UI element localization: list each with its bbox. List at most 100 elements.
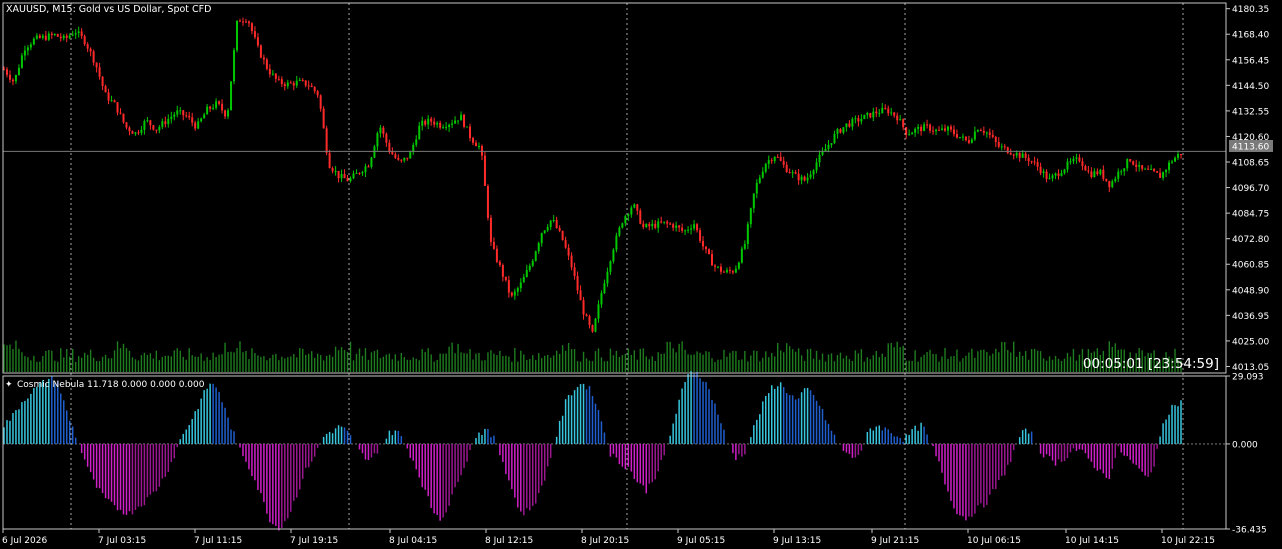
price-tick-label: 4036.95	[1232, 312, 1269, 322]
candle-body	[935, 129, 938, 132]
candle-body	[1084, 166, 1087, 171]
candle-body	[681, 227, 684, 231]
candle-body	[155, 129, 158, 131]
price-pane[interactable]	[3, 17, 1226, 372]
candle-body	[970, 139, 973, 143]
candle-body	[1060, 173, 1063, 176]
candle-body	[516, 288, 519, 292]
candle-body	[740, 248, 743, 263]
candle-body	[86, 44, 89, 49]
candle-body	[59, 36, 62, 39]
candle-body	[734, 268, 737, 273]
time-tick-label: 9 Jul 21:15	[871, 536, 919, 546]
candle-body	[1135, 164, 1138, 167]
candle-body	[624, 216, 627, 224]
candle-body	[1159, 172, 1162, 178]
symbol-caption: XAUUSD, M15: Gold vs US Dollar, Spot CFD	[6, 4, 211, 15]
candle-body	[137, 132, 140, 134]
candle-body	[307, 85, 310, 87]
candle-body	[737, 262, 740, 269]
candle-body	[457, 120, 460, 122]
candle-body	[451, 123, 454, 125]
candle-body	[256, 37, 259, 46]
candle-body	[262, 57, 265, 60]
candle-body	[603, 283, 606, 294]
candle-body	[361, 172, 364, 174]
indicator-pane[interactable]	[3, 371, 1226, 531]
candle-body	[552, 220, 555, 222]
candle-body	[830, 143, 833, 145]
price-tick-label: 4072.80	[1232, 235, 1269, 245]
indicator-tick-label: -36.435	[1232, 526, 1267, 536]
candle-body	[866, 112, 869, 115]
candle-body	[454, 120, 457, 124]
candle-body	[501, 265, 504, 277]
candle-body	[161, 121, 164, 127]
candle-body	[29, 44, 32, 48]
candle-body	[893, 112, 896, 116]
candle-body	[1039, 166, 1042, 174]
candle-body	[941, 128, 944, 130]
candle-body	[908, 134, 911, 136]
candle-body	[902, 119, 905, 128]
candle-body	[678, 225, 681, 228]
candle-body	[448, 124, 451, 128]
candle-body	[985, 132, 988, 134]
candle-body	[794, 172, 797, 174]
candle-body	[1105, 178, 1108, 181]
price-tick-label: 4013.05	[1232, 363, 1269, 373]
candle-body	[101, 76, 104, 87]
candle-body	[328, 152, 331, 168]
candle-body	[510, 292, 513, 296]
candle-body	[1051, 175, 1054, 179]
candle-body	[591, 324, 594, 332]
candle-body	[818, 154, 821, 163]
candle-body	[1138, 165, 1141, 167]
candle-body	[932, 130, 935, 132]
candle-body	[1081, 161, 1084, 167]
candle-body	[1087, 170, 1090, 172]
candle-body	[104, 86, 107, 93]
candle-body	[337, 170, 340, 179]
candle-body	[973, 131, 976, 140]
candle-body	[1000, 146, 1003, 148]
candle-body	[606, 271, 609, 284]
candle-body	[116, 102, 119, 113]
indicator-caption-group: ✦ Cosmic Nebula 11.718 0.000 0.000 0.000	[5, 380, 205, 390]
candle-body	[770, 160, 773, 162]
candle-body	[743, 243, 746, 249]
candle-body	[991, 134, 994, 138]
candle-body	[773, 156, 776, 162]
candle-body	[1045, 171, 1048, 180]
candle-body	[687, 229, 690, 231]
candle-body	[277, 78, 280, 80]
time-tick-label: 9 Jul 05:15	[677, 536, 725, 546]
candle-body	[1069, 161, 1072, 163]
candle-body	[1177, 154, 1180, 158]
candle-body	[1114, 178, 1117, 182]
candle-body	[298, 79, 301, 81]
candle-body	[875, 111, 878, 114]
price-tick-label: 4084.75	[1232, 210, 1269, 220]
current-price-label: 4113.60	[1232, 143, 1269, 153]
candle-body	[1018, 152, 1021, 158]
candle-body	[176, 110, 179, 115]
candle-body	[1033, 161, 1036, 163]
candle-body	[1108, 180, 1111, 188]
candle-body	[944, 128, 947, 131]
candle-body	[322, 108, 325, 129]
price-tick-label: 4025.00	[1232, 337, 1269, 347]
candle-body	[131, 131, 134, 134]
candle-body	[708, 249, 711, 254]
candle-body	[158, 126, 161, 131]
candle-body	[1144, 168, 1147, 170]
candle-body	[504, 276, 507, 281]
time-tick-label: 6 Jul 2026	[2, 536, 47, 546]
candle-body	[528, 265, 531, 271]
trading-chart[interactable]: 4180.354168.404156.454144.504132.554120.…	[0, 0, 1282, 549]
candle-body	[543, 230, 546, 234]
candle-body	[167, 118, 170, 125]
candle-body	[573, 267, 576, 276]
candle-body	[1063, 169, 1066, 174]
candle-body	[110, 100, 113, 102]
